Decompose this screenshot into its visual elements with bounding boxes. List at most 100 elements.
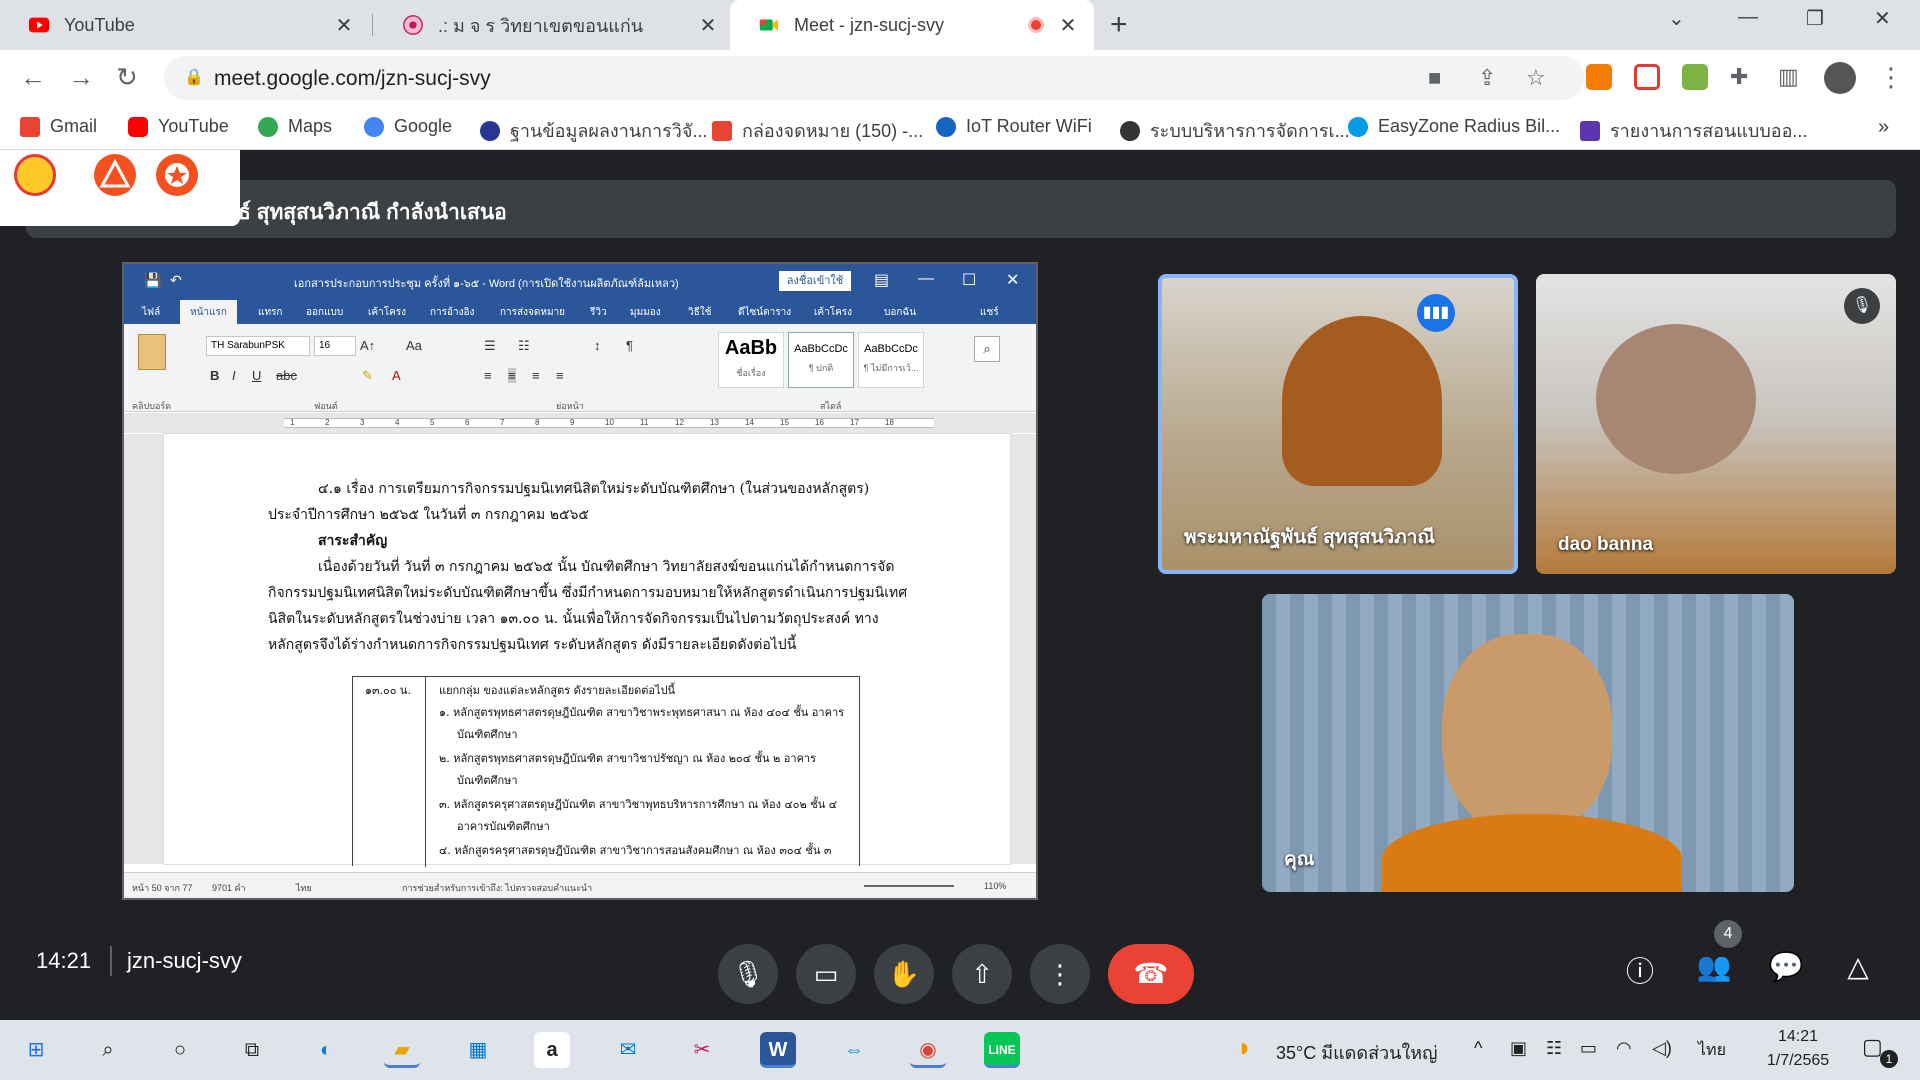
bookmark-teaching-report[interactable]: รายงานการสอนแบบออ...	[1580, 116, 1807, 145]
search-button[interactable]: ⌕	[90, 1032, 126, 1068]
font-name-box[interactable]: TH SarabunPSK	[206, 336, 310, 356]
bookmark-gmail[interactable]: Gmail	[20, 116, 97, 137]
taskbar-time[interactable]: 14:21	[1758, 1028, 1838, 1046]
amazon-button[interactable]: a	[534, 1032, 570, 1068]
people-button[interactable]: 👥	[1694, 950, 1734, 983]
tab-search-icon[interactable]: ⌄	[1668, 6, 1685, 31]
undo-icon[interactable]: ↶	[170, 272, 182, 289]
ribbon-tab-file[interactable]: ไฟล์	[142, 305, 160, 320]
bookmark-management[interactable]: ระบบบริหารการจัดการเ...	[1120, 116, 1350, 145]
ribbon-tab-design[interactable]: ออกแบบ	[306, 305, 343, 320]
numbering-icon[interactable]: ☷	[518, 338, 530, 354]
ribbon-tab-mailings[interactable]: การส่งจดหมาย	[500, 305, 565, 320]
word-close-button[interactable]: ✕	[1006, 270, 1019, 290]
ribbon-tab-home[interactable]: หน้าแรก	[180, 300, 237, 324]
mail-button[interactable]: ✉	[610, 1032, 646, 1068]
volume-icon[interactable]: ◁)	[1652, 1038, 1672, 1059]
ribbon-display-icon[interactable]: ▤	[874, 270, 889, 290]
font-size-box[interactable]: 16	[314, 336, 356, 356]
justify-icon[interactable]: ≡	[556, 368, 564, 383]
style-normal[interactable]: AaBbCcDc ¶ ปกติ	[788, 332, 854, 388]
paste-icon[interactable]	[138, 334, 166, 370]
zoom-slider[interactable]	[864, 885, 954, 887]
back-icon[interactable]: ←	[20, 62, 46, 93]
menu-dots-icon[interactable]: ⋮	[1878, 62, 1904, 93]
ribbon-tab-layout[interactable]: เค้าโครง	[368, 305, 406, 320]
ribbon-tab-table-layout[interactable]: เค้าโครง	[814, 305, 852, 320]
present-button[interactable]: ⇧	[952, 944, 1012, 1004]
side-panel-icon[interactable]: ▥	[1778, 64, 1799, 90]
meeting-info-button[interactable]: ⓘ	[1620, 950, 1660, 990]
ribbon-tab-insert[interactable]: แทรก	[258, 305, 282, 320]
document-page[interactable]: ๔.๑ เรื่อง การเตรียมการกิจกรรมปฐมนิเทศนิ…	[164, 434, 1010, 867]
align-right-icon[interactable]: ≡	[532, 368, 540, 383]
sign-in-button[interactable]: ลงชื่อเข้าใช้	[779, 271, 851, 291]
ribbon-tab-help[interactable]: วิธีใช้	[688, 305, 711, 320]
bookmark-inbox[interactable]: กล่องจดหมาย (150) -...	[712, 116, 923, 145]
emblem-icon[interactable]	[14, 154, 56, 196]
word-minimize-button[interactable]: —	[918, 270, 934, 288]
ribbon-tab-table-design[interactable]: ดีไซน์ตาราง	[738, 305, 791, 320]
forward-icon[interactable]: →	[68, 62, 94, 93]
tab-site[interactable]: .: ม จ ร วิทยาเขตขอนแก่น ✕	[374, 0, 734, 50]
style-no-spacing[interactable]: AaBbCcDc ¶ ไม่มีการเว้...	[858, 332, 924, 388]
sort-icon[interactable]: ↕	[594, 338, 601, 353]
find-icon[interactable]: ⌕	[974, 336, 1000, 362]
ribbon-tab-view[interactable]: มุมมอง	[630, 305, 661, 320]
participant-tile[interactable]: ▮▮▮ พระมหาณัฐพันธ์ สุทสุสนวิภาณี	[1158, 274, 1518, 574]
minimize-button[interactable]: —	[1738, 6, 1758, 29]
bookmark-maps[interactable]: Maps	[258, 116, 332, 137]
triangle-app-icon[interactable]	[94, 154, 136, 196]
strikethrough-icon[interactable]: abc	[276, 368, 297, 383]
restore-button[interactable]: ❐	[1806, 6, 1824, 31]
network-settings-icon[interactable]: ☷	[1546, 1038, 1562, 1059]
show-hidden-icons[interactable]: ^	[1474, 1038, 1482, 1059]
cortana-button[interactable]: ○	[162, 1032, 198, 1068]
close-tab-icon[interactable]: ✕	[1056, 13, 1080, 38]
meet-tray-icon[interactable]: ▣	[1510, 1038, 1527, 1059]
word-button[interactable]: W	[760, 1032, 796, 1068]
more-bookmarks-button[interactable]: »	[1878, 116, 1889, 139]
bullets-icon[interactable]: ☰	[484, 338, 496, 354]
camera-icon[interactable]: ■	[1428, 65, 1441, 91]
page-count[interactable]: หน้า 50 จาก 77	[132, 881, 192, 895]
teamviewer-button[interactable]: ⇔	[836, 1032, 872, 1068]
close-window-button[interactable]: ✕	[1874, 6, 1891, 31]
raise-hand-button[interactable]: ✋	[874, 944, 934, 1004]
bookmark-iot-router[interactable]: IoT Router WiFi	[936, 116, 1092, 137]
bookmark-research-db[interactable]: ฐานข้อมูลผลงานการวิจั...	[480, 116, 707, 145]
file-explorer-button[interactable]: ▰	[384, 1032, 420, 1068]
more-options-button[interactable]: ⋮	[1030, 944, 1090, 1004]
align-left-icon[interactable]: ≡	[484, 368, 492, 383]
bookmark-easyzone[interactable]: EasyZone Radius Bil...	[1348, 116, 1560, 137]
input-language[interactable]: ไทย	[1698, 1038, 1726, 1063]
bookmark-youtube[interactable]: YouTube	[128, 116, 229, 137]
bookmark-google[interactable]: Google	[364, 116, 452, 137]
font-color-icon[interactable]: A	[392, 368, 401, 383]
extension-icon[interactable]	[1586, 64, 1612, 90]
taskbar-date[interactable]: 1/7/2565	[1754, 1052, 1842, 1070]
ribbon-tab-references[interactable]: การอ้างอิง	[430, 305, 474, 320]
extension-icon[interactable]	[1682, 64, 1708, 90]
wifi-icon[interactable]: ◠	[1616, 1038, 1632, 1059]
chrome-button[interactable]: ◉	[910, 1032, 946, 1068]
weather-icon[interactable]: ◑	[1234, 1032, 1250, 1063]
document-scrollbar[interactable]	[1010, 434, 1036, 864]
task-view-button[interactable]: ⧉	[234, 1032, 270, 1068]
address-bar[interactable]: 🔒 meet.google.com/jzn-sucj-svy ■ ⇪ ☆	[164, 56, 1584, 100]
save-icon[interactable]: 💾	[144, 272, 161, 289]
grow-font-icon[interactable]: A↑	[360, 338, 375, 353]
close-tab-icon[interactable]: ✕	[332, 13, 356, 38]
extension-icon[interactable]	[1634, 64, 1660, 90]
style-title[interactable]: AaBb ชื่อเรื่อง	[718, 332, 784, 388]
language-status[interactable]: ไทย	[296, 881, 312, 895]
schedule-table[interactable]: ๑๓.๐๐ น. แยกกลุ่ม ของแต่ละหลักสูตร ดังรา…	[352, 676, 860, 867]
italic-icon[interactable]: I	[232, 368, 236, 383]
bookmark-star-icon[interactable]: ☆	[1526, 65, 1546, 91]
line-button[interactable]: LINE	[984, 1032, 1020, 1068]
leave-call-button[interactable]: ☎	[1108, 944, 1194, 1004]
accessibility-status[interactable]: การช่วยสำหรับการเข้าถึง: ไปตรวจสอบคำแนะน…	[402, 881, 592, 895]
word-count[interactable]: 9701 คำ	[212, 881, 246, 895]
activities-button[interactable]: △	[1838, 950, 1878, 983]
word-restore-button[interactable]: ☐	[962, 270, 976, 290]
